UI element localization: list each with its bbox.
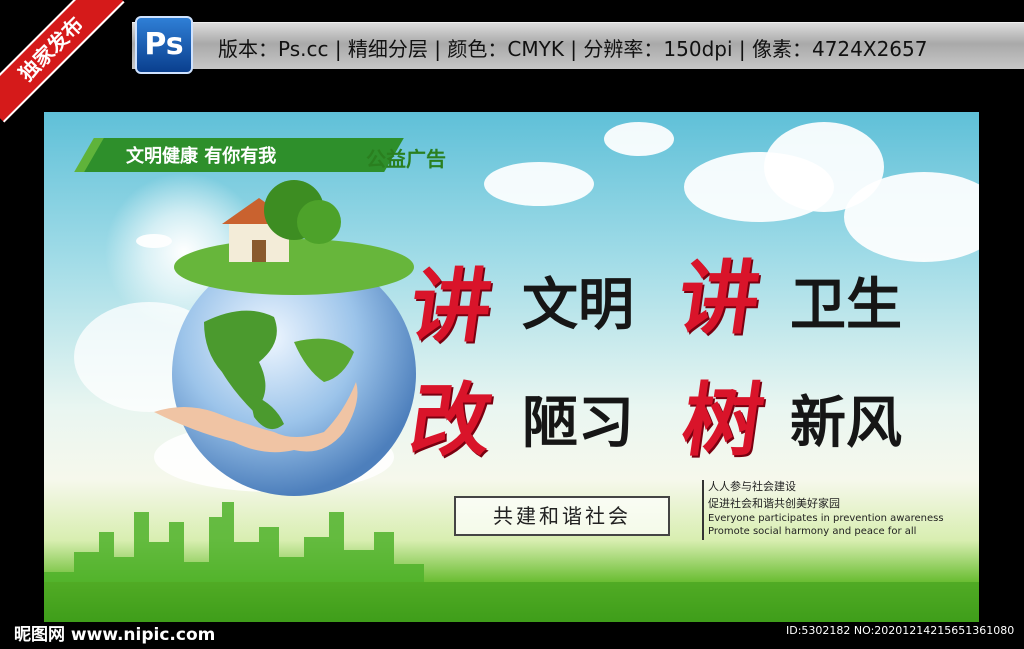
ground-band (44, 582, 979, 622)
slogan-word: 卫生 (790, 273, 902, 338)
globe-illustration (44, 180, 979, 622)
side-line-4: Promote social harmony and peace for all (708, 526, 917, 537)
slogan-red-char: 讲 (404, 259, 498, 353)
tag-band-text: 文明健康 有你有我 (126, 146, 277, 167)
slogan-red-char: 讲 (672, 251, 766, 345)
photoshop-icon: Ps (135, 16, 193, 74)
side-line-1: 人人参与社会建设 (708, 480, 796, 493)
side-divider (702, 480, 704, 540)
slogan-word: 文明 (522, 273, 634, 338)
side-line-3: Everyone participates in prevention awar… (708, 513, 944, 524)
slogan-word: 新风 (790, 391, 902, 456)
slogan-red-char: 改 (404, 373, 498, 467)
tree (297, 200, 341, 244)
side-line-2: 促进社会和谐共创美好家园 (708, 497, 840, 510)
public-service-label: 公益广告 (366, 147, 446, 171)
grass-top (174, 239, 414, 295)
city-skyline (44, 502, 424, 582)
watermark-site: 昵图网 www.nipic.com (14, 625, 216, 645)
image-id: ID:5302182 NO:20201214215651361080 (786, 624, 1015, 637)
house-door (252, 240, 266, 262)
harmony-box: 共建和谐社会 (454, 496, 670, 536)
file-info-text: 版本：Ps.cc | 精细分层 | 颜色：CMYK | 分辨率：150dpi |… (218, 37, 928, 61)
poster: 文明健康 有你有我 公益广告 讲 文明 讲 卫生 改 陋习 树 新风 共建和谐社… (44, 112, 979, 622)
slogan-word: 陋习 (522, 391, 634, 456)
slogan-red-char: 树 (676, 373, 770, 467)
